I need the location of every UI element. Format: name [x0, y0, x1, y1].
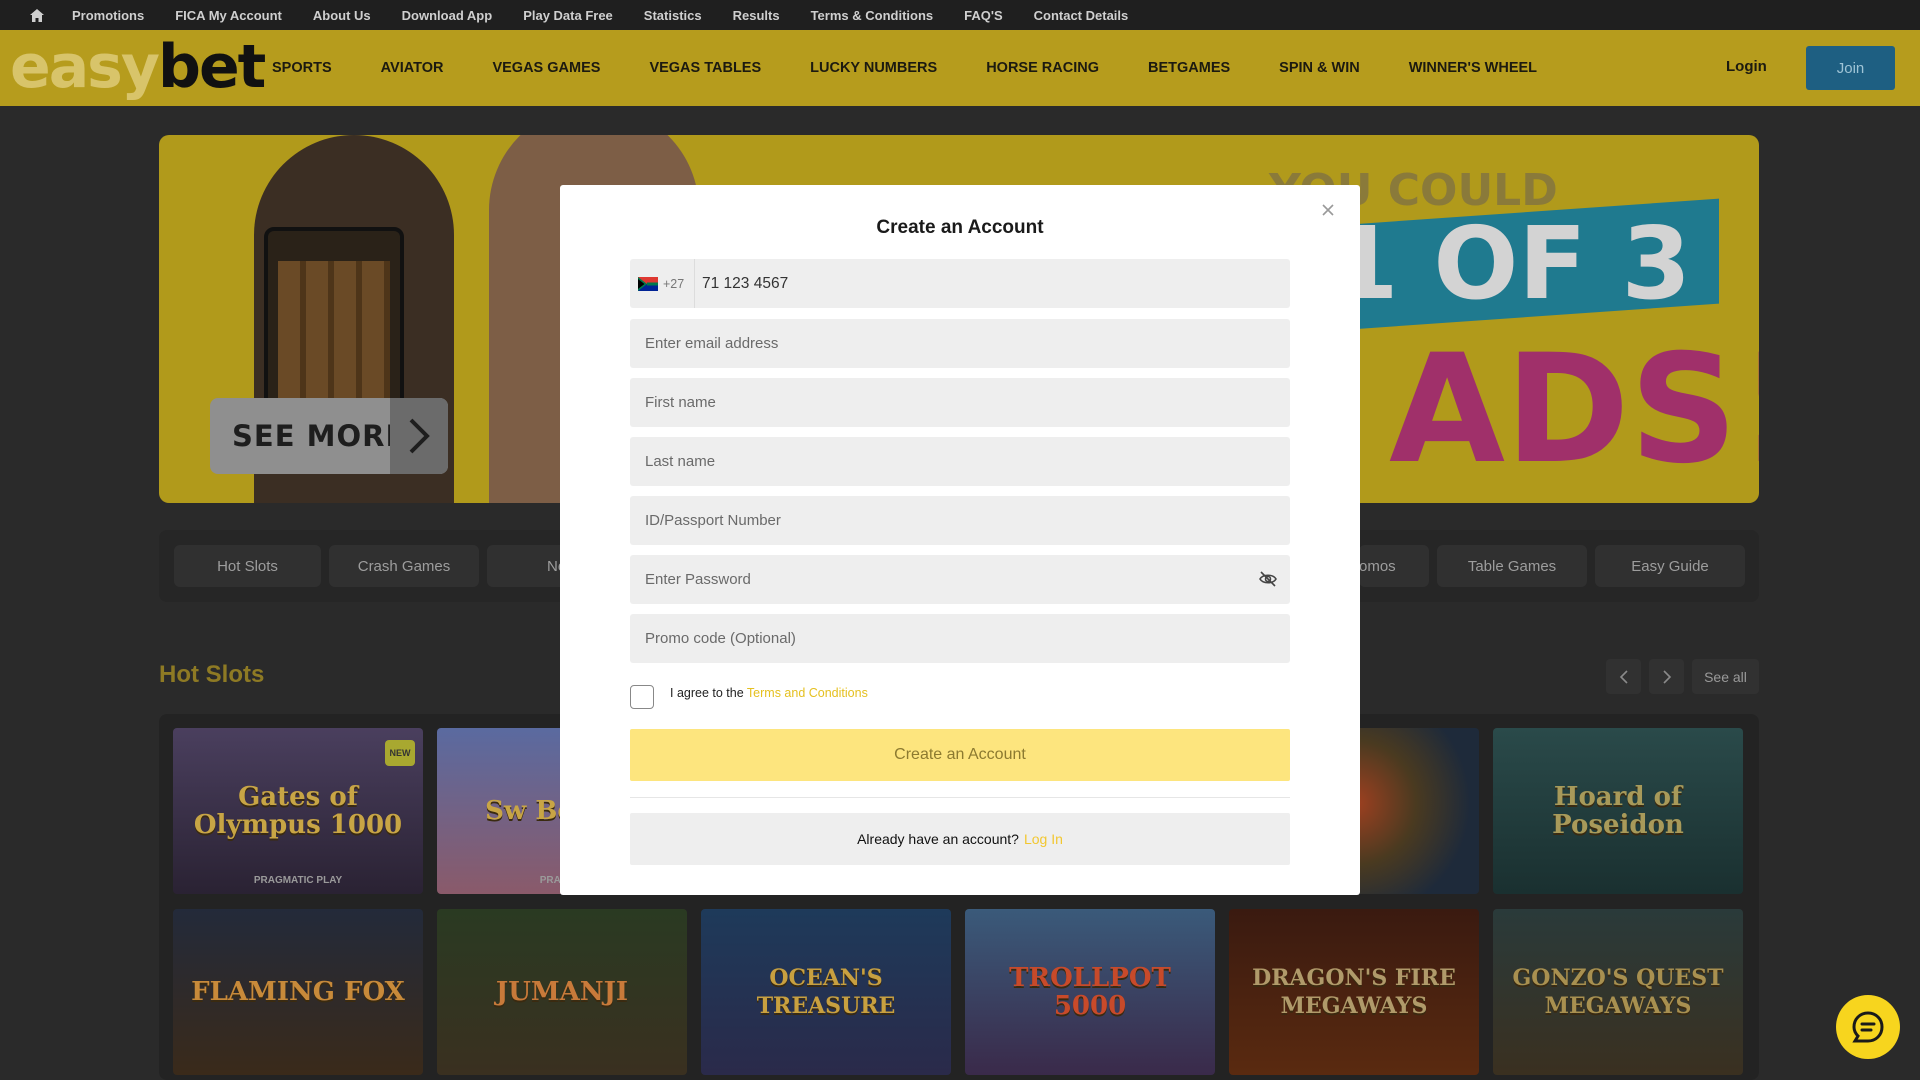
top-link-about[interactable]: About Us: [313, 8, 371, 23]
main-nav-links: SPORTS AVIATOR VEGAS GAMES VEGAS TABLES …: [272, 30, 1586, 106]
eye-off-icon[interactable]: [1258, 569, 1278, 589]
game-tile[interactable]: FLAMING FOX: [173, 909, 423, 1075]
top-link-play-data-free[interactable]: Play Data Free: [523, 8, 613, 23]
top-link-contact[interactable]: Contact Details: [1034, 8, 1129, 23]
divider: [630, 797, 1290, 798]
chat-widget-button[interactable]: [1836, 995, 1900, 1059]
game-tile[interactable]: Hoard of Poseidon: [1493, 728, 1743, 894]
tab-easy-guide[interactable]: Easy Guide: [1595, 545, 1745, 587]
banner-headline-line3: ADS!: [1389, 323, 1759, 497]
game-title: Hoard of Poseidon: [1552, 782, 1684, 840]
already-have-account: Already have an account? Log In: [630, 813, 1290, 865]
create-account-modal: Create an Account +27 71 123 4567 Enter …: [560, 185, 1360, 895]
top-link-results[interactable]: Results: [733, 8, 780, 23]
see-all-button[interactable]: See all: [1692, 659, 1759, 694]
carousel-next-button[interactable]: [1649, 659, 1684, 694]
nav-spin-win[interactable]: SPIN & WIN: [1279, 60, 1360, 76]
last-name-field[interactable]: [630, 437, 1290, 486]
game-provider: PRAGMATIC PLAY: [253, 875, 343, 886]
game-title: DRAGON'S FIRE MEGAWAYS: [1252, 965, 1456, 1019]
home-icon[interactable]: [28, 7, 46, 23]
nav-winners-wheel[interactable]: WINNER'S WHEEL: [1409, 60, 1537, 76]
game-tile[interactable]: GONZO'S QUEST MEGAWAYS: [1493, 909, 1743, 1075]
tab-table-games[interactable]: Table Games: [1437, 545, 1587, 587]
already-text: Already have an account?: [857, 831, 1019, 847]
login-link-modal[interactable]: Log In: [1024, 831, 1063, 847]
game-title: JUMANJI: [495, 977, 629, 1007]
tab-promos[interactable]: omos: [1359, 545, 1429, 587]
id-passport-field[interactable]: [630, 496, 1290, 545]
see-more-label: SEE MORE: [232, 419, 407, 453]
modal-title: Create an Account: [876, 217, 1044, 238]
promo-code-field[interactable]: [630, 614, 1290, 663]
nav-sports[interactable]: SPORTS: [272, 60, 332, 76]
see-more-button[interactable]: SEE MORE: [210, 398, 448, 474]
brand-logo[interactable]: easy bet: [10, 32, 266, 104]
new-badge: NEW: [385, 740, 415, 766]
promo-code-input[interactable]: [630, 614, 1290, 663]
top-link-promotions[interactable]: Promotions: [72, 8, 144, 23]
last-name-input[interactable]: [630, 437, 1290, 486]
game-title: OCEAN'S TREASURE: [756, 965, 896, 1019]
first-name-input[interactable]: [630, 378, 1290, 427]
section-title: Hot Slots: [159, 661, 265, 688]
game-tile[interactable]: JUMANJI: [437, 909, 687, 1075]
game-tile[interactable]: Gates of Olympus 1000 NEW PRAGMATIC PLAY: [173, 728, 423, 894]
logo-part-easy: easy: [10, 32, 160, 102]
chevron-right-icon: [390, 398, 448, 474]
country-code: +27: [663, 276, 685, 291]
banner-headline-line2: 1 OF 3: [1329, 205, 1692, 322]
country-code-selector[interactable]: +27: [630, 259, 695, 308]
game-tile[interactable]: OCEAN'S TREASURE: [701, 909, 951, 1075]
game-title: FLAMING FOX: [191, 977, 405, 1007]
create-account-button[interactable]: Create an Account: [630, 729, 1290, 781]
email-field[interactable]: [630, 319, 1290, 368]
chat-icon: [1852, 1011, 1884, 1043]
first-name-field[interactable]: [630, 378, 1290, 427]
nav-aviator[interactable]: AVIATOR: [381, 60, 444, 76]
login-link[interactable]: Login: [1726, 58, 1767, 75]
nav-vegas-games[interactable]: VEGAS GAMES: [492, 60, 600, 76]
terms-checkbox[interactable]: [630, 685, 654, 709]
top-link-faqs[interactable]: FAQ'S: [964, 8, 1003, 23]
game-title: TROLLPOT 5000: [1009, 963, 1171, 1021]
nav-horse-racing[interactable]: HORSE RACING: [986, 60, 1099, 76]
email-input[interactable]: [630, 319, 1290, 368]
join-button[interactable]: Join: [1806, 46, 1895, 90]
top-link-fica[interactable]: FICA My Account: [175, 8, 282, 23]
nav-lucky-numbers[interactable]: LUCKY NUMBERS: [810, 60, 937, 76]
game-tile[interactable]: TROLLPOT 5000: [965, 909, 1215, 1075]
id-passport-input[interactable]: [630, 496, 1290, 545]
password-input[interactable]: [630, 555, 1290, 604]
top-utility-bar: Promotions FICA My Account About Us Down…: [0, 0, 1920, 30]
top-link-statistics[interactable]: Statistics: [644, 8, 702, 23]
south-africa-flag-icon: [638, 276, 658, 291]
terms-agreement: I agree to the Terms and Conditions: [670, 686, 868, 700]
logo-part-bet: bet: [158, 32, 266, 102]
tab-crash-games[interactable]: Crash Games: [329, 545, 479, 587]
top-link-terms[interactable]: Terms & Conditions: [811, 8, 934, 23]
top-link-download[interactable]: Download App: [402, 8, 493, 23]
game-title: Gates of Olympus 1000: [193, 782, 403, 840]
carousel-prev-button[interactable]: [1606, 659, 1641, 694]
phone-number-value[interactable]: 71 123 4567: [702, 259, 788, 308]
banner-tablet-image: [264, 227, 404, 427]
nav-betgames[interactable]: BETGAMES: [1148, 60, 1230, 76]
nav-vegas-tables[interactable]: VEGAS TABLES: [649, 60, 761, 76]
main-nav: easy bet SPORTS AVIATOR VEGAS GAMES VEGA…: [0, 30, 1920, 106]
agree-text: I agree to the: [670, 686, 744, 700]
game-tile[interactable]: DRAGON'S FIRE MEGAWAYS: [1229, 909, 1479, 1075]
tab-hot-slots[interactable]: Hot Slots: [174, 545, 321, 587]
terms-link[interactable]: Terms and Conditions: [747, 686, 868, 700]
game-title: GONZO'S QUEST MEGAWAYS: [1512, 965, 1724, 1019]
phone-field[interactable]: +27 71 123 4567: [630, 259, 1290, 308]
password-field[interactable]: [630, 555, 1290, 604]
